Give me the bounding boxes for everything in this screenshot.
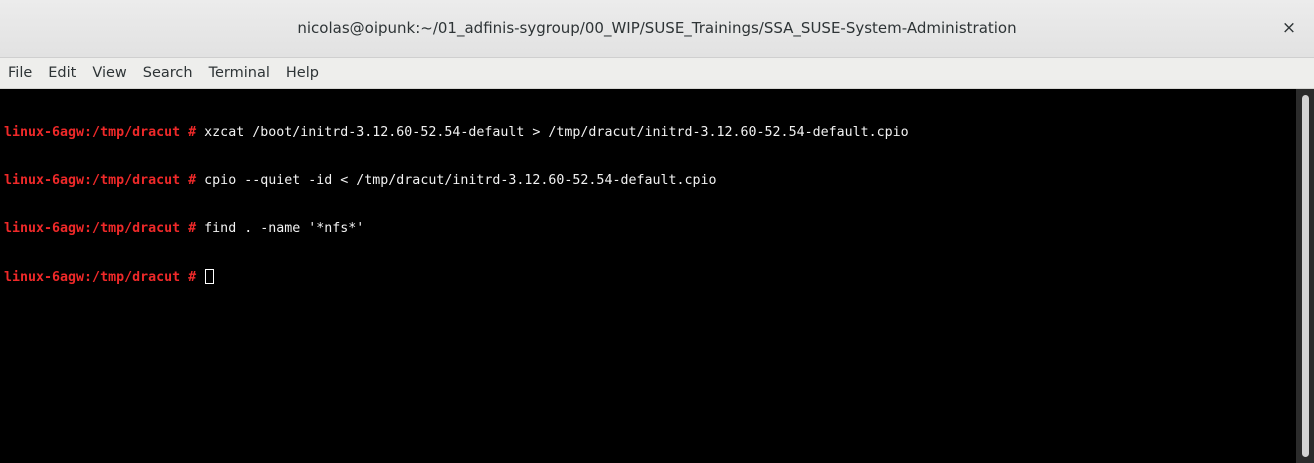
prompt-hash: # (188, 270, 197, 285)
text-cursor (205, 269, 215, 284)
shell-prompt: linux-6agw:/tmp/dracut (4, 173, 181, 188)
close-icon[interactable]: × (1278, 17, 1300, 39)
terminal-line: linux-6agw:/tmp/dracut # xzcat /boot/ini… (4, 125, 1296, 141)
title-bar[interactable]: nicolas@oipunk:~/01_adfinis-sygroup/00_W… (0, 0, 1314, 58)
terminal-line: linux-6agw:/tmp/dracut # (4, 269, 1296, 285)
command-text: cpio --quiet -id < /tmp/dracut/initrd-3.… (204, 173, 717, 188)
terminal-scrollbar[interactable] (1296, 89, 1314, 463)
terminal-line: linux-6agw:/tmp/dracut # find . -name '*… (4, 221, 1296, 237)
menu-help[interactable]: Help (286, 65, 319, 81)
shell-prompt: linux-6agw:/tmp/dracut (4, 270, 181, 285)
menu-edit[interactable]: Edit (48, 65, 76, 81)
terminal-line: linux-6agw:/tmp/dracut # cpio --quiet -i… (4, 173, 1296, 189)
menu-search[interactable]: Search (143, 65, 193, 81)
scrollbar-thumb[interactable] (1302, 95, 1309, 457)
command-text: find . -name '*nfs*' (204, 221, 365, 236)
menu-file[interactable]: File (8, 65, 32, 81)
command-text: xzcat /boot/initrd-3.12.60-52.54-default… (204, 125, 909, 140)
menu-bar: File Edit View Search Terminal Help (0, 58, 1314, 89)
shell-prompt: linux-6agw:/tmp/dracut (4, 125, 181, 140)
terminal-output[interactable]: linux-6agw:/tmp/dracut # xzcat /boot/ini… (0, 89, 1296, 463)
prompt-hash: # (188, 125, 197, 140)
window-title: nicolas@oipunk:~/01_adfinis-sygroup/00_W… (297, 19, 1017, 37)
prompt-hash: # (188, 173, 197, 188)
menu-view[interactable]: View (92, 65, 126, 81)
menu-terminal[interactable]: Terminal (209, 65, 270, 81)
prompt-hash: # (188, 221, 197, 236)
shell-prompt: linux-6agw:/tmp/dracut (4, 221, 181, 236)
terminal-window: nicolas@oipunk:~/01_adfinis-sygroup/00_W… (0, 0, 1314, 463)
